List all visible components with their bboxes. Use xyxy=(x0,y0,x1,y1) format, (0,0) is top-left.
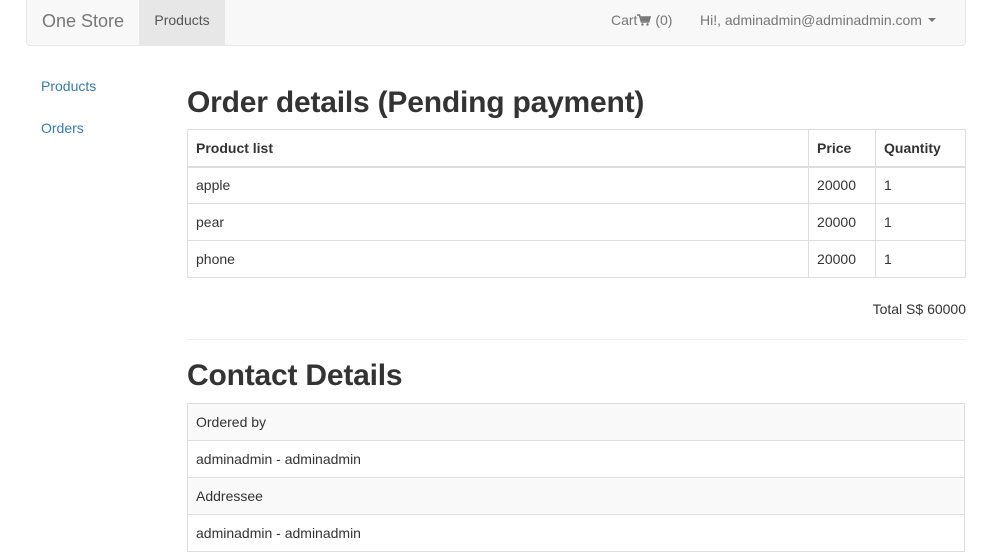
contact-table: Ordered by adminadmin - adminadmin Addre… xyxy=(187,403,965,552)
column-header-product: Product list xyxy=(186,129,810,168)
product-price: 20000 xyxy=(808,203,877,241)
table-row: pear 20000 1 xyxy=(186,203,966,241)
product-name: phone xyxy=(186,240,810,278)
product-quantity: 1 xyxy=(875,203,966,241)
addressee-value: adminadmin - adminadmin xyxy=(187,514,965,552)
cart-label: Cart xyxy=(611,12,638,28)
table-row: Ordered by xyxy=(187,403,965,441)
user-menu-dropdown[interactable]: Hi!, adminadmin@adminadmin.com xyxy=(700,12,936,28)
ordered-by-value: adminadmin - adminadmin xyxy=(187,440,965,478)
shopping-cart-icon xyxy=(637,13,652,26)
sidebar-item-products[interactable]: Products xyxy=(41,78,96,94)
product-name: apple xyxy=(186,166,810,204)
cart-count: (0) xyxy=(655,12,673,28)
product-quantity: 1 xyxy=(875,240,966,278)
column-header-price: Price xyxy=(808,129,877,168)
table-row: apple 20000 1 xyxy=(186,166,966,204)
ordered-by-label: Ordered by xyxy=(187,403,965,441)
brand-link[interactable]: One Store xyxy=(42,11,124,32)
order-details-title: Order details (Pending payment) xyxy=(187,86,645,119)
product-price: 20000 xyxy=(808,240,877,278)
top-navbar: One Store Products Cart (0) Hi!, adminad… xyxy=(26,0,966,46)
table-row: phone 20000 1 xyxy=(186,240,966,278)
product-price: 20000 xyxy=(808,166,877,204)
sidebar-item-orders[interactable]: Orders xyxy=(41,120,84,136)
product-quantity: 1 xyxy=(875,166,966,204)
section-divider xyxy=(187,339,966,340)
column-header-quantity: Quantity xyxy=(875,129,966,168)
contact-details-title: Contact Details xyxy=(187,359,403,392)
nav-tab-products[interactable]: Products xyxy=(139,0,225,45)
user-greeting: Hi!, adminadmin@adminadmin.com xyxy=(700,12,922,28)
table-row: Addressee xyxy=(187,477,965,515)
caret-down-icon xyxy=(927,18,936,22)
table-row: adminadmin - adminadmin xyxy=(187,440,965,478)
table-row: adminadmin - adminadmin xyxy=(187,514,965,552)
order-total: Total S$ 60000 xyxy=(872,301,966,317)
order-table-header: Product list Price Quantity xyxy=(186,129,966,168)
order-table: Product list Price Quantity apple 20000 … xyxy=(186,129,966,278)
cart-link[interactable]: Cart (0) xyxy=(611,12,672,28)
product-name: pear xyxy=(186,203,810,241)
addressee-label: Addressee xyxy=(187,477,965,515)
